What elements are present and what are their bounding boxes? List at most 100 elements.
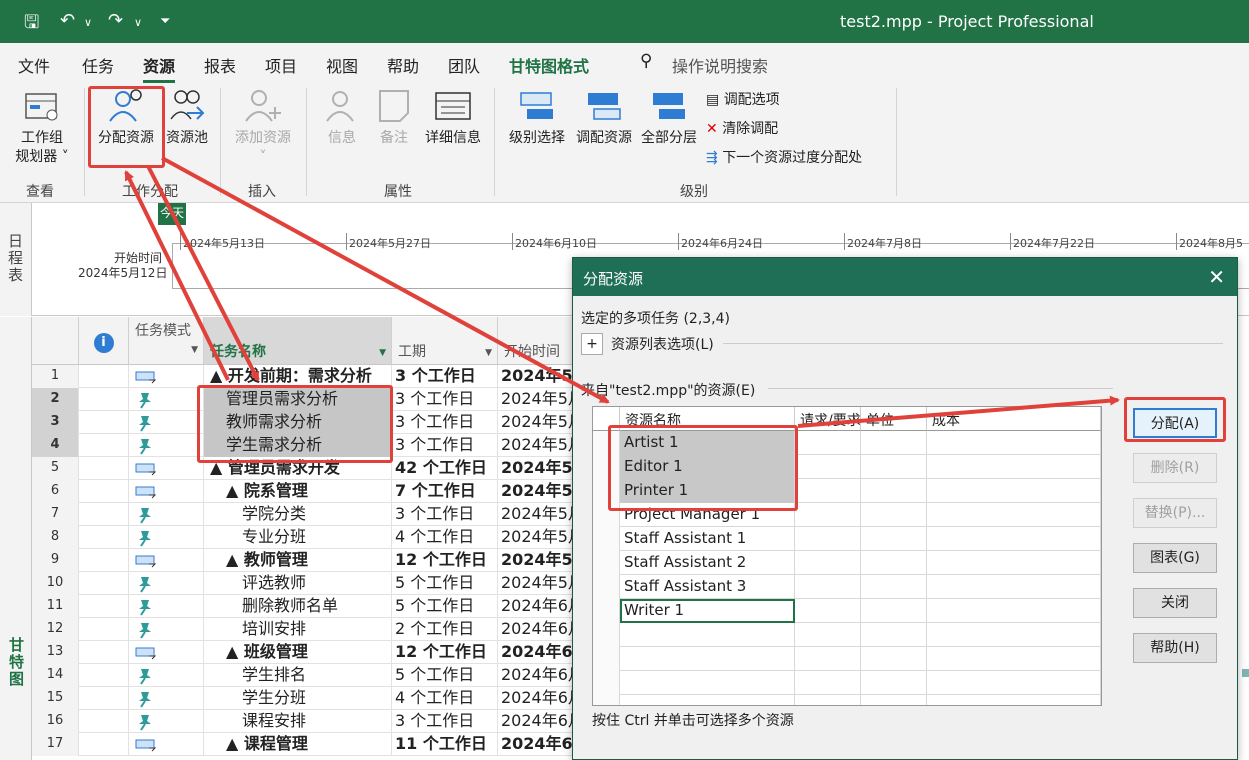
tell-me-search[interactable]: 操作说明搜索	[672, 53, 768, 77]
units-column-header[interactable]: 单位	[861, 407, 927, 431]
resource-name-cell[interactable]: Project Manager 1	[620, 503, 795, 527]
clear-leveling-button[interactable]: ✕ 清除调配	[706, 118, 778, 138]
table-row[interactable]: 15 学生分班 4 个工作日 2024年6月	[32, 687, 592, 710]
resource-name-column-header[interactable]: 资源名称	[620, 407, 795, 431]
duration-cell[interactable]: 7 个工作日	[392, 480, 498, 503]
resource-name-cell[interactable]	[620, 647, 795, 671]
expand-options-button[interactable]: +	[581, 333, 603, 355]
task-mode-cell[interactable]	[129, 687, 204, 710]
resource-row[interactable]: Printer 1	[593, 479, 1101, 503]
task-name-cell[interactable]: 学院分类	[204, 503, 392, 526]
request-cell[interactable]	[795, 671, 861, 695]
resource-row[interactable]: Artist 1	[593, 431, 1101, 455]
task-mode-cell[interactable]	[129, 365, 204, 388]
duration-cell[interactable]: 12 个工作日	[392, 641, 498, 664]
task-name-cell[interactable]: 评选教师	[204, 572, 392, 595]
cost-column-header[interactable]: 成本	[927, 407, 1101, 431]
resource-row[interactable]: Staff Assistant 1	[593, 527, 1101, 551]
duration-cell[interactable]: 3 个工作日	[392, 365, 498, 388]
resource-table-scrollbar[interactable]: ∨	[1101, 407, 1102, 705]
task-name-cell[interactable]: 管理员需求分析	[204, 388, 392, 411]
row-number[interactable]: 2	[32, 388, 79, 411]
units-cell[interactable]	[861, 671, 927, 695]
units-cell[interactable]	[861, 431, 927, 455]
table-row[interactable]: 12 培训安排 2 个工作日 2024年6月	[32, 618, 592, 641]
table-row[interactable]: 17 ▲ 课程管理 11 个工作日 2024年6,	[32, 733, 592, 756]
search-icon[interactable]: ⚲	[640, 51, 652, 71]
add-resources-button[interactable]: 添加资源 ˅	[230, 87, 296, 167]
resource-pool-button[interactable]: 资源池	[162, 87, 212, 148]
resource-name-cell[interactable]: Staff Assistant 3	[620, 575, 795, 599]
units-cell[interactable]	[861, 599, 927, 623]
duration-cell[interactable]: 3 个工作日	[392, 411, 498, 434]
task-mode-cell[interactable]	[129, 641, 204, 664]
leveling-options-button[interactable]: ▤ 调配选项	[706, 89, 780, 109]
resource-row[interactable]: Writer 1	[593, 599, 1101, 623]
replace-button[interactable]: 替换(P)...	[1133, 498, 1217, 528]
table-row[interactable]: 4 学生需求分析 3 个工作日 2024年5月	[32, 434, 592, 457]
table-row[interactable]: 6 ▲ 院系管理 7 个工作日 2024年5,	[32, 480, 592, 503]
task-mode-cell[interactable]	[129, 710, 204, 733]
save-icon[interactable]: 🖫	[24, 10, 39, 40]
resource-row-header[interactable]	[593, 527, 620, 551]
duration-cell[interactable]: 12 个工作日	[392, 549, 498, 572]
task-mode-cell[interactable]	[129, 503, 204, 526]
units-cell[interactable]	[861, 527, 927, 551]
row-number[interactable]: 15	[32, 687, 79, 710]
table-row[interactable]: 10 评选教师 5 个工作日 2024年5月	[32, 572, 592, 595]
indicator-column-header[interactable]: i	[79, 317, 129, 365]
level-resource-button[interactable]: 调配资源	[571, 87, 637, 148]
request-cell[interactable]	[795, 551, 861, 575]
task-name-cell[interactable]: 学生需求分析	[204, 434, 392, 457]
request-cell[interactable]	[795, 599, 861, 623]
close-icon[interactable]: ✕	[1208, 265, 1225, 289]
duration-cell[interactable]: 5 个工作日	[392, 595, 498, 618]
redo-icon[interactable]: ↷	[108, 10, 123, 31]
task-mode-column-header[interactable]: 任务模式 ▼	[129, 317, 204, 365]
cost-cell[interactable]	[927, 623, 1101, 647]
task-mode-cell[interactable]	[129, 549, 204, 572]
row-number[interactable]: 3	[32, 411, 79, 434]
units-cell[interactable]	[861, 479, 927, 503]
details-button[interactable]: 详细信息	[420, 87, 486, 148]
task-mode-cell[interactable]	[129, 526, 204, 549]
resource-row-header[interactable]	[593, 479, 620, 503]
next-overallocation-button[interactable]: ⇶ 下一个资源过度分配处	[706, 147, 862, 167]
row-number[interactable]: 4	[32, 434, 79, 457]
task-mode-cell[interactable]	[129, 618, 204, 641]
cost-cell[interactable]	[927, 431, 1101, 455]
table-row[interactable]: 1 ▲ 开发前期：需求分析 3 个工作日 2024年5	[32, 365, 592, 388]
tab-report[interactable]: 报表	[204, 53, 236, 77]
duration-cell[interactable]: 4 个工作日	[392, 526, 498, 549]
cost-cell[interactable]	[927, 647, 1101, 671]
task-mode-cell[interactable]	[129, 664, 204, 687]
cost-cell[interactable]	[927, 575, 1101, 599]
table-row[interactable]: 2 管理员需求分析 3 个工作日 2024年5月	[32, 388, 592, 411]
undo-icon[interactable]: ↶	[60, 10, 75, 31]
resource-name-cell[interactable]	[620, 623, 795, 647]
task-mode-cell[interactable]	[129, 595, 204, 618]
resource-row-header[interactable]	[593, 623, 620, 647]
cost-cell[interactable]	[927, 455, 1101, 479]
request-cell[interactable]	[795, 431, 861, 455]
task-name-cell[interactable]: ▲ 教师管理	[204, 549, 392, 572]
units-cell[interactable]	[861, 551, 927, 575]
row-number[interactable]: 7	[32, 503, 79, 526]
task-name-cell[interactable]: 培训安排	[204, 618, 392, 641]
request-cell[interactable]	[795, 455, 861, 479]
request-cell[interactable]	[795, 575, 861, 599]
redo-dropdown-icon[interactable]: ∨	[134, 16, 142, 29]
task-mode-cell[interactable]	[129, 388, 204, 411]
resource-row[interactable]: Staff Assistant 2	[593, 551, 1101, 575]
duration-cell[interactable]: 5 个工作日	[392, 572, 498, 595]
task-name-cell[interactable]: ▲ 课程管理	[204, 733, 392, 756]
units-cell[interactable]	[861, 455, 927, 479]
units-cell[interactable]	[861, 647, 927, 671]
task-mode-cell[interactable]	[129, 457, 204, 480]
task-name-cell[interactable]: 课程安排	[204, 710, 392, 733]
cost-cell[interactable]	[927, 551, 1101, 575]
table-row[interactable]: 7 学院分类 3 个工作日 2024年5月	[32, 503, 592, 526]
request-cell[interactable]	[795, 479, 861, 503]
duration-cell[interactable]: 5 个工作日	[392, 664, 498, 687]
task-name-cell[interactable]: 学生分班	[204, 687, 392, 710]
